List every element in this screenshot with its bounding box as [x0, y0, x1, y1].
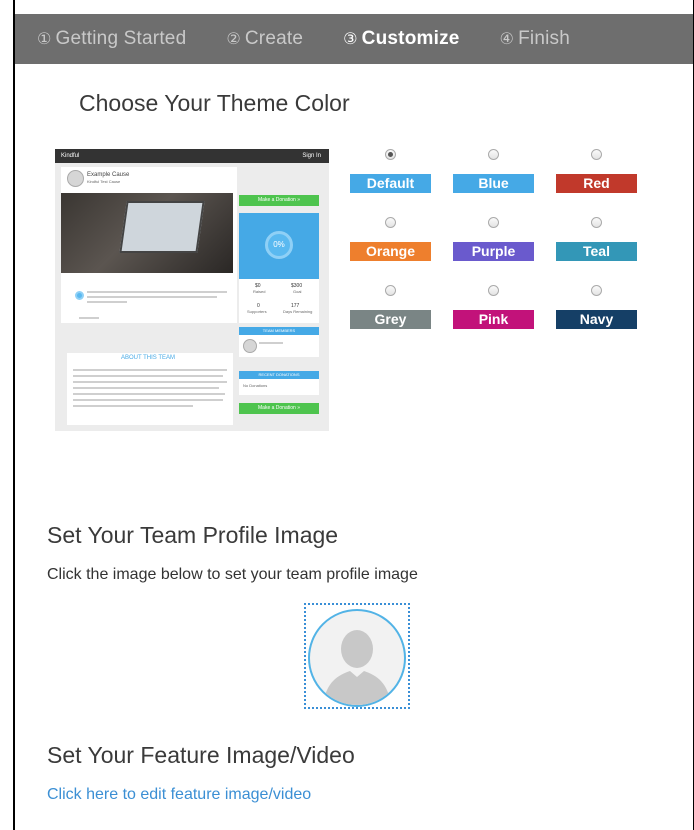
step-label: Customize — [361, 28, 460, 49]
step-number: ② — [226, 29, 241, 48]
preview-stats: $0 Raised $300 Goal 0 Supporters 177 Day… — [239, 279, 319, 323]
theme-preview: Kindful Sign In Example Cause Kindful Te… — [55, 149, 329, 431]
preview-share — [79, 317, 99, 319]
preview-team-members — [239, 335, 319, 357]
step-label: Create — [244, 28, 304, 49]
preview-no-donations: No Donations — [243, 383, 268, 388]
preview-laptop — [119, 201, 205, 253]
preview-supporters-label: Supporters — [247, 309, 267, 314]
profile-image-picker[interactable] — [304, 603, 410, 709]
theme-radio-teal[interactable] — [591, 217, 602, 228]
preview-text-line — [73, 375, 223, 377]
step-finish[interactable]: ④ Finish — [500, 28, 570, 50]
preview-logo: Kindful — [61, 153, 80, 159]
step-number: ③ — [343, 29, 358, 48]
step-getting-started[interactable]: ① Getting Started — [37, 28, 186, 50]
preview-recent-donations: No Donations — [239, 379, 319, 395]
step-customize[interactable]: ③ Customize — [343, 28, 459, 50]
step-label: Finish — [518, 28, 570, 49]
preview-raised-label: Raised — [253, 289, 266, 294]
theme-swatch-red[interactable]: Red — [556, 174, 637, 193]
step-number: ① — [37, 29, 52, 48]
profile-instruction: Click the image below to set your team p… — [47, 566, 418, 583]
edit-feature-link[interactable]: Click here to edit feature image/video — [47, 786, 311, 804]
preview-main-card: Example Cause Kindful Test Cause — [61, 167, 237, 323]
theme-radio-grey[interactable] — [385, 285, 396, 296]
theme-swatch-teal[interactable]: Teal — [556, 242, 637, 261]
preview-donate-button-bottom: Make a Donation » — [239, 403, 319, 414]
preview-text-line — [73, 399, 223, 401]
preview-text-line — [73, 369, 227, 371]
step-number: ④ — [499, 29, 515, 48]
preview-text-line — [73, 405, 193, 407]
preview-donate-button: Make a Donation » — [239, 195, 319, 206]
preview-cause-avatar — [67, 170, 84, 187]
preview-text-line — [87, 291, 227, 293]
preview-text-line — [73, 387, 219, 389]
step-label: Getting Started — [55, 28, 187, 49]
preview-text-line — [87, 301, 127, 303]
theme-swatch-orange[interactable]: Orange — [350, 242, 431, 261]
theme-radio-navy[interactable] — [591, 285, 602, 296]
wizard-frame: ① Getting Started ② Create ③ Customize ④ Fin… — [13, 0, 694, 830]
theme-swatch-default[interactable]: Default — [350, 174, 431, 193]
theme-swatch-navy[interactable]: Navy — [556, 310, 637, 329]
preview-recent-donations-bar: RECENT DONATIONS — [239, 371, 319, 379]
preview-text-line — [73, 381, 227, 383]
preview-cause-title: Example Cause — [87, 172, 130, 178]
preview-info-dot — [75, 291, 84, 300]
preview-goal-label: Goal — [293, 289, 302, 294]
theme-heading: Choose Your Theme Color — [79, 90, 350, 116]
preview-cause-sub: Kindful Test Cause — [87, 179, 121, 184]
theme-swatch-blue[interactable]: Blue — [453, 174, 534, 193]
preview-progress-circle: 0% — [265, 231, 293, 259]
preview-days-label: Days Remaining — [283, 309, 313, 314]
preview-about-title: ABOUT THIS TEAM — [121, 355, 176, 361]
theme-swatch-purple[interactable]: Purple — [453, 242, 534, 261]
preview-about-card: ABOUT THIS TEAM — [67, 353, 233, 425]
preview-topbar: Kindful Sign In — [55, 149, 329, 163]
theme-radio-pink[interactable] — [488, 285, 499, 296]
theme-radio-default[interactable] — [385, 149, 396, 160]
feature-heading: Set Your Feature Image/Video — [47, 742, 355, 768]
preview-progress-panel: 0% — [239, 213, 319, 279]
wizard-steps-bar: ① Getting Started ② Create ③ Customize ④ Fin… — [15, 14, 693, 64]
theme-swatch-grey[interactable]: Grey — [350, 310, 431, 329]
profile-heading: Set Your Team Profile Image — [47, 522, 339, 548]
preview-team-members-bar: TEAM MEMBERS — [239, 327, 319, 335]
theme-radio-blue[interactable] — [488, 149, 499, 160]
preview-signin: Sign In — [302, 153, 321, 159]
theme-radio-red[interactable] — [591, 149, 602, 160]
step-create[interactable]: ② Create — [226, 28, 303, 50]
user-silhouette-icon — [323, 630, 391, 705]
theme-swatch-pink[interactable]: Pink — [453, 310, 534, 329]
preview-text-line — [87, 296, 217, 298]
preview-text-line — [73, 393, 225, 395]
theme-radio-purple[interactable] — [488, 217, 499, 228]
preview-member-name — [259, 342, 283, 344]
profile-image[interactable] — [308, 609, 406, 707]
theme-radio-orange[interactable] — [385, 217, 396, 228]
preview-member-avatar — [243, 339, 257, 353]
